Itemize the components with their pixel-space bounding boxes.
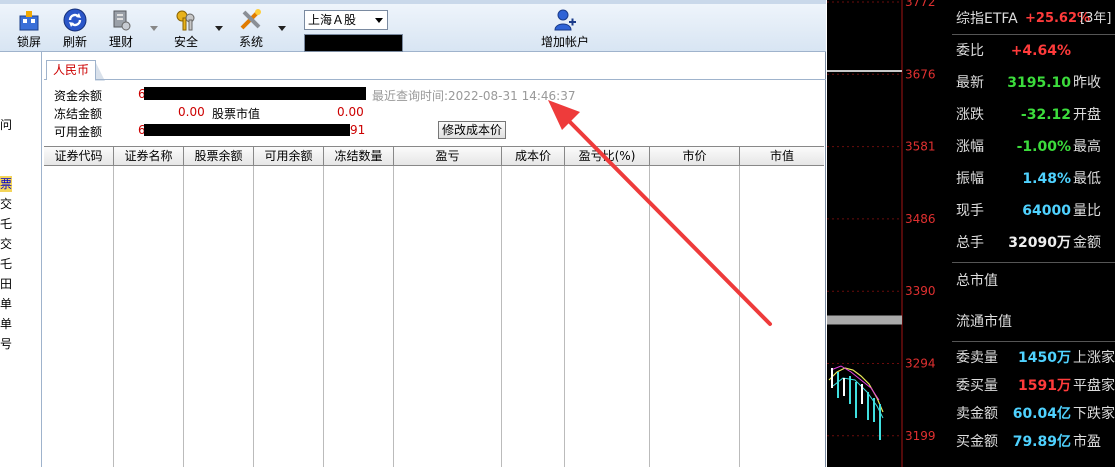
quote-key: 涨幅 [956, 139, 984, 155]
quote-total-market-value: 总市值 [952, 268, 1115, 294]
axis-tick-label: 3390 [905, 284, 936, 298]
quote-row: 委比 +4.64% [952, 38, 1115, 64]
candle [855, 382, 857, 418]
quote-key-2: 最高 [1073, 139, 1101, 155]
quote-key-2: 量比 [1073, 203, 1101, 219]
quote-row: 卖金额 60.04亿 下跌家 [952, 401, 1115, 427]
axis-tick-label: 3772 [905, 0, 936, 9]
quote-row: 涨跌 -32.12 开盘 [952, 102, 1115, 128]
quote-key: 委卖量 [956, 350, 998, 366]
quote-row: 涨幅 -1.00% 最高 [952, 134, 1115, 160]
quote-row: 最新 3195.10 昨收 [952, 70, 1115, 96]
quote-key-2: 下跌家 [1073, 406, 1115, 422]
quote-key: 买金额 [956, 434, 998, 450]
quote-value: 3195.10 [1007, 75, 1071, 91]
axis-tick-label: 3486 [905, 212, 936, 226]
quote-key: 现手 [956, 203, 984, 219]
price-chart: 3772 3676 3581 3486 3390 3294 3199 [827, 0, 952, 467]
quote-key-2: 平盘家 [1073, 378, 1115, 394]
candle [861, 384, 863, 404]
axis-tick-label: 3676 [905, 67, 936, 81]
divider [952, 34, 1115, 35]
grid-lines [827, 70, 902, 325]
quote-row: 买金额 79.89亿 市盈 [952, 429, 1115, 455]
quote-title: 综指ETFA +25.62% [3年] [952, 6, 1115, 32]
quote-key: 最新 [956, 75, 984, 91]
quote-value: -32.12 [1020, 107, 1071, 123]
quote-row: 委买量 1591万 平盘家 [952, 373, 1115, 399]
quote-key-2: 最低 [1073, 171, 1101, 187]
annotation-arrow [548, 100, 772, 326]
quote-key: 委买量 [956, 378, 998, 394]
trading-window: 锁屏 刷新 理财 安全 系统 上海Ａ股 增加帐户 问 票 交 乇 交 乇 田 单… [0, 0, 1115, 467]
candle [831, 368, 833, 388]
quote-key: 涨跌 [956, 107, 984, 123]
quote-value: 32090万 [1008, 235, 1071, 251]
quote-title-name: 综指ETFA [956, 11, 1018, 27]
ma-line [832, 377, 884, 419]
candle [879, 404, 881, 440]
quote-key: 委比 [956, 43, 984, 59]
quote-key-2: 开盘 [1073, 107, 1101, 123]
quote-circulating-market-value: 流通市值 [952, 309, 1115, 335]
quote-key: 振幅 [956, 171, 984, 187]
axis-tick-label: 3294 [905, 357, 936, 371]
axis-tick-label: 3581 [905, 140, 936, 154]
quote-key: 总手 [956, 235, 984, 251]
trading-pane: 锁屏 刷新 理财 安全 系统 上海Ａ股 增加帐户 问 票 交 乇 交 乇 田 单… [0, 0, 826, 467]
candle [837, 372, 839, 398]
quote-key-2: 上涨家 [1073, 350, 1115, 366]
axis-labels: 3772 3676 3581 3486 3390 3294 3199 [827, 0, 936, 443]
quote-key-2: 市盈 [1073, 434, 1101, 450]
quote-row: 总手 32090万 金额 [952, 230, 1115, 256]
quote-row: 振幅 1.48% 最低 [952, 166, 1115, 192]
quote-value: 1450万 [1018, 350, 1071, 366]
quote-title-extra: [3年] [1080, 11, 1112, 26]
quote-value: 64000 [1022, 203, 1071, 219]
quote-value: 1591万 [1018, 378, 1071, 394]
quote-value: 79.89亿 [1012, 434, 1071, 450]
quote-panel: 综指ETFA +25.62% [3年] 委比 +4.64% 最新 3195.10 昨收涨… [952, 0, 1115, 467]
quote-value: +4.64% [1010, 43, 1071, 59]
candle [849, 376, 851, 404]
divider [952, 341, 1115, 342]
quote-key: 卖金额 [956, 406, 998, 422]
divider [952, 262, 1115, 263]
axis-tick-label: 3199 [905, 429, 936, 443]
candle [843, 378, 845, 396]
candles [828, 365, 884, 440]
quote-value: 60.04亿 [1012, 406, 1071, 422]
quote-key-2: 昨收 [1073, 75, 1101, 91]
total-market-value-label: 总市值 [956, 273, 998, 289]
chart-svg: 3772 3676 3581 3486 3390 3294 3199 [827, 0, 936, 467]
quote-value: 1.48% [1022, 171, 1071, 187]
quote-key-2: 金额 [1073, 235, 1101, 251]
candle [873, 398, 875, 422]
quote-value: -1.00% [1016, 139, 1071, 155]
circulating-market-value-label: 流通市值 [956, 314, 1012, 330]
quote-row: 委卖量 1450万 上涨家 [952, 345, 1115, 371]
candle [867, 392, 869, 420]
arrow-shaft [564, 116, 772, 326]
quote-row: 现手 64000 量比 [952, 198, 1115, 224]
